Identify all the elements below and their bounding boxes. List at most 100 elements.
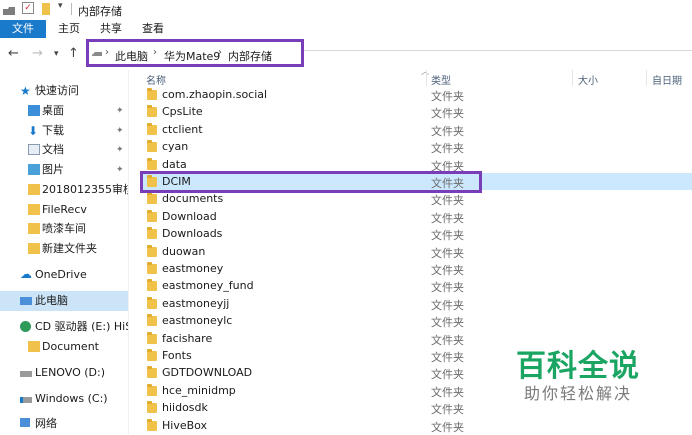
folder-icon (147, 157, 157, 170)
table-row[interactable]: CpsLite 文件夹 (140, 103, 692, 120)
tab-file[interactable]: 文件 (0, 20, 46, 38)
breadcrumb-separator-icon: › (105, 47, 109, 58)
computer-icon (20, 297, 32, 305)
folder-icon (147, 331, 157, 344)
pane-divider[interactable] (128, 70, 129, 434)
sidebar-item-desktop[interactable]: 桌面 ✦ (0, 101, 128, 121)
sidebar-item-new-folder[interactable]: 新建文件夹 (0, 239, 128, 259)
table-row[interactable]: com.zhaopin.social 文件夹 (140, 86, 692, 103)
file-name: eastmoneyjj (162, 296, 230, 310)
folder-icon (147, 279, 157, 292)
customize-toolbar-icon[interactable]: ▾ (58, 1, 63, 11)
sidebar-item-drive-d[interactable]: LENOVO (D:) (0, 363, 128, 383)
sidebar-item-this-pc[interactable]: 此电脑 (0, 291, 128, 311)
file-type: 文件夹 (431, 333, 464, 347)
sidebar-item-onedrive[interactable]: ☁ OneDrive (0, 265, 128, 285)
network-icon (20, 418, 30, 427)
file-name: Download (162, 209, 217, 223)
tab-home[interactable]: 主页 (50, 20, 88, 38)
address-bar[interactable]: › 此电脑 › 华为Mate9 › 内部存储 (86, 39, 304, 67)
file-name: eastmoney_fund (162, 279, 254, 293)
file-name: hce_minidmp (162, 383, 236, 397)
pin-icon[interactable]: ✦ (116, 160, 124, 180)
file-name: CpsLite (162, 105, 203, 119)
breadcrumb-this-pc[interactable]: 此电脑 (115, 48, 148, 64)
recent-locations-icon[interactable]: ▾ (54, 49, 59, 59)
address-bar-extension[interactable] (304, 50, 692, 51)
file-type: 文件夹 (431, 194, 464, 208)
file-type: 文件夹 (431, 316, 464, 330)
table-row[interactable]: Downloads 文件夹 (140, 225, 692, 242)
folder-icon (147, 122, 157, 135)
file-name: duowan (162, 244, 206, 258)
file-type: 文件夹 (431, 281, 464, 295)
table-row[interactable]: duowan 文件夹 (140, 243, 692, 260)
column-divider[interactable] (426, 70, 427, 86)
sidebar-item-filerecv[interactable]: FileRecv (0, 200, 128, 220)
column-modified[interactable]: 自日期 (652, 72, 682, 87)
table-row[interactable]: Download 文件夹 (140, 208, 692, 225)
sidebar-item-paint-shop[interactable]: 喷漆车间 (0, 219, 128, 239)
navigation-pane: ★ 快速访问 桌面 ✦ ⬇ 下载 ✦ 文档 ✦ 图片 ✦ 2018012355审… (0, 70, 128, 434)
file-type: 文件夹 (431, 298, 464, 312)
table-row[interactable]: eastmoney 文件夹 (140, 260, 692, 277)
folder-icon (147, 262, 157, 274)
forward-arrow-icon[interactable]: → (32, 46, 43, 61)
folder-icon (28, 184, 40, 195)
back-arrow-icon[interactable]: ← (8, 46, 19, 61)
table-row[interactable]: eastmoneyjj 文件夹 (140, 295, 692, 312)
folder-icon (147, 401, 157, 414)
drive-icon (20, 371, 32, 377)
folder-icon (147, 366, 157, 379)
column-name[interactable]: 名称 (146, 72, 166, 87)
table-row[interactable]: HiveBox 文件夹 (140, 417, 692, 434)
sidebar-item-downloads[interactable]: ⬇ 下载 ✦ (0, 121, 128, 141)
column-type[interactable]: 类型 (431, 72, 451, 87)
file-type: 文件夹 (431, 124, 464, 138)
table-row[interactable]: eastmoney_fund 文件夹 (140, 277, 692, 294)
column-divider[interactable] (646, 70, 647, 86)
up-arrow-icon[interactable]: ↑ (68, 46, 79, 61)
breadcrumb-internal-storage[interactable]: 内部存储 (228, 48, 272, 64)
column-header: ︿ 名称 类型 大小 自日期 (140, 67, 692, 87)
sidebar-item-quick-access[interactable]: ★ 快速访问 (0, 81, 128, 101)
sidebar-item-drive-c[interactable]: Windows (C:) (0, 389, 128, 409)
file-type: 文件夹 (431, 420, 464, 434)
file-name: HiveBox (162, 418, 208, 432)
file-type: 文件夹 (431, 385, 464, 399)
file-name: cyan (162, 140, 189, 154)
folder-icon (28, 243, 40, 254)
table-row[interactable]: cyan 文件夹 (140, 138, 692, 155)
sidebar-item-documents[interactable]: 文档 ✦ (0, 140, 128, 160)
pin-icon[interactable]: ✦ (116, 101, 124, 121)
file-type: 文件夹 (431, 403, 464, 417)
sidebar-item-folder-audit[interactable]: 2018012355审核 (0, 180, 128, 200)
column-size[interactable]: 大小 (578, 72, 598, 87)
file-name: facishare (162, 331, 213, 345)
drive-icon (20, 397, 32, 403)
sidebar-item-network[interactable]: 网络 (0, 414, 128, 434)
pin-icon[interactable]: ✦ (116, 121, 124, 141)
file-name: documents (162, 192, 224, 206)
column-divider[interactable] (572, 70, 573, 86)
folder-icon (28, 204, 40, 215)
tab-share[interactable]: 共享 (92, 20, 130, 38)
pin-icon[interactable]: ✦ (116, 140, 124, 160)
title-divider (71, 3, 72, 15)
sidebar-item-pictures[interactable]: 图片 ✦ (0, 160, 128, 180)
properties-icon[interactable]: ✓ (22, 2, 34, 14)
breadcrumb-separator-icon: › (153, 47, 157, 58)
folder-icon (147, 314, 157, 327)
breadcrumb-device[interactable]: 华为Mate9 (164, 48, 220, 64)
table-row[interactable]: eastmoneylc 文件夹 (140, 312, 692, 329)
sidebar-item-cd-drive[interactable]: CD 驱动器 (E:) HiSuite (0, 317, 128, 337)
breadcrumb-separator-icon: › (218, 47, 222, 58)
tab-view[interactable]: 查看 (134, 20, 172, 38)
table-row[interactable]: ctclient 文件夹 (140, 121, 692, 138)
file-type: 文件夹 (431, 351, 464, 364)
new-folder-icon[interactable] (42, 3, 50, 15)
folder-icon (147, 383, 157, 396)
highlight-box (140, 171, 482, 193)
sidebar-item-document[interactable]: Document (0, 337, 128, 357)
explorer-icon (3, 7, 15, 15)
